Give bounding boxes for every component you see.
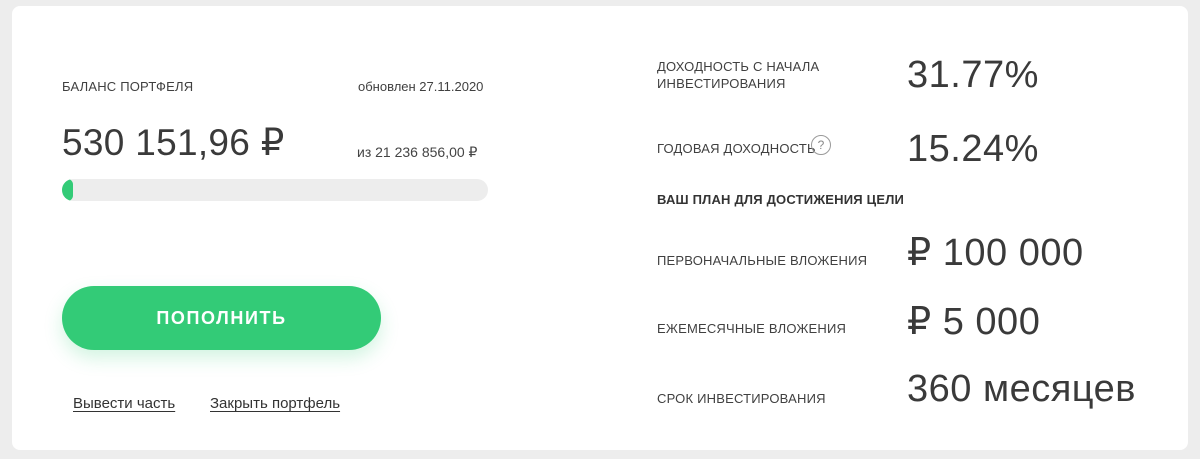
help-icon[interactable]: ? — [811, 135, 831, 155]
total-return-label-line1: ДОХОДНОСТЬ С НАЧАЛА — [657, 59, 820, 74]
investment-term-value: 360 месяцев — [907, 368, 1136, 410]
plan-title: ВАШ ПЛАН ДЛЯ ДОСТИЖЕНИЯ ЦЕЛИ — [657, 192, 905, 207]
balance-label: БАЛАНС ПОРТФЕЛЯ — [62, 79, 194, 94]
monthly-investment-label: ЕЖЕМЕСЯЧНЫЕ ВЛОЖЕНИЯ — [657, 321, 847, 336]
portfolio-card: БАЛАНС ПОРТФЕЛЯ обновлен 27.11.2020 530 … — [12, 6, 1188, 450]
goal-progress-fill — [62, 179, 73, 201]
monthly-investment-value: ₽ 5 000 — [907, 301, 1041, 343]
investment-term-label: СРОК ИНВЕСТИРОВАНИЯ — [657, 391, 826, 406]
total-return-value: 31.77% — [907, 54, 1039, 96]
target-amount: из 21 236 856,00 ₽ — [357, 144, 478, 160]
total-return-label-line2: ИНВЕСТИРОВАНИЯ — [657, 76, 786, 91]
topup-button[interactable]: ПОПОЛНИТЬ — [62, 286, 381, 350]
updated-date: обновлен 27.11.2020 — [358, 79, 484, 94]
balance-amount: 530 151,96 ₽ — [62, 122, 285, 163]
goal-progress-bar — [62, 179, 488, 201]
initial-investment-label: ПЕРВОНАЧАЛЬНЫЕ ВЛОЖЕНИЯ — [657, 253, 868, 268]
annual-return-label: ГОДОВАЯ ДОХОДНОСТЬ — [657, 141, 816, 156]
annual-return-value: 15.24% — [907, 128, 1039, 170]
close-portfolio-link[interactable]: Закрыть портфель — [210, 395, 340, 412]
withdraw-link[interactable]: Вывести часть — [73, 395, 175, 412]
initial-investment-value: ₽ 100 000 — [907, 232, 1084, 274]
total-return-label: ДОХОДНОСТЬ С НАЧАЛА ИНВЕСТИРОВАНИЯ — [657, 58, 819, 92]
